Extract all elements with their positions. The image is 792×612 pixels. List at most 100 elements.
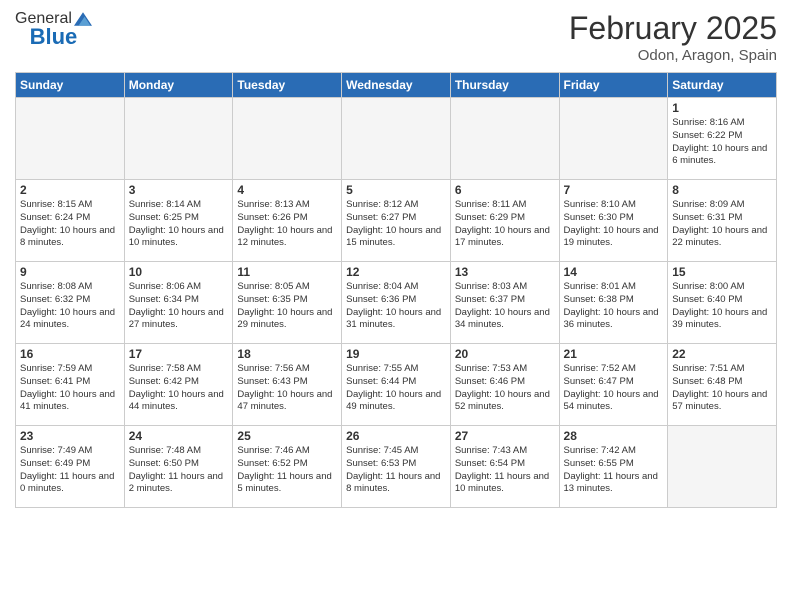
- calendar-cell: [668, 426, 777, 508]
- calendar-cell: 11 Sunrise: 8:05 AM Sunset: 6:35 PM Dayli…: [233, 262, 342, 344]
- calendar-cell: 6 Sunrise: 8:11 AM Sunset: 6:29 PM Daylig…: [450, 180, 559, 262]
- calendar-cell: 20 Sunrise: 7:53 AM Sunset: 6:46 PM Dayli…: [450, 344, 559, 426]
- calendar-cell: 9 Sunrise: 8:08 AM Sunset: 6:32 PM Daylig…: [16, 262, 125, 344]
- day-number: 17: [129, 347, 229, 361]
- day-number: 28: [564, 429, 664, 443]
- day-number: 24: [129, 429, 229, 443]
- day-info: Sunrise: 8:08 AM Sunset: 6:32 PM Dayligh…: [20, 281, 120, 332]
- day-number: 21: [564, 347, 664, 361]
- day-number: 1: [672, 101, 772, 115]
- week-row-1: 1 Sunrise: 8:16 AM Sunset: 6:22 PM Daylig…: [16, 98, 777, 180]
- day-info: Sunrise: 7:42 AM Sunset: 6:55 PM Dayligh…: [564, 445, 664, 496]
- calendar-cell: 28 Sunrise: 7:42 AM Sunset: 6:55 PM Dayli…: [559, 426, 668, 508]
- weekday-sunday: Sunday: [16, 73, 125, 98]
- calendar-cell: [16, 98, 125, 180]
- calendar-cell: 26Sunrise: 7:45 AM Sunset: 6:53 PM Dayli…: [342, 426, 451, 508]
- day-number: 19: [346, 347, 446, 361]
- calendar-cell: [342, 98, 451, 180]
- day-number: 16: [20, 347, 120, 361]
- day-info: Sunrise: 8:01 AM Sunset: 6:38 PM Dayligh…: [564, 281, 664, 332]
- weekday-tuesday: Tuesday: [233, 73, 342, 98]
- day-number: 11: [237, 265, 337, 279]
- calendar-cell: 10 Sunrise: 8:06 AM Sunset: 6:34 PM Dayli…: [124, 262, 233, 344]
- calendar-cell: 21 Sunrise: 7:52 AM Sunset: 6:47 PM Dayli…: [559, 344, 668, 426]
- calendar-cell: 19 Sunrise: 7:55 AM Sunset: 6:44 PM Dayli…: [342, 344, 451, 426]
- calendar-cell: [450, 98, 559, 180]
- day-info: Sunrise: 8:05 AM Sunset: 6:35 PM Dayligh…: [237, 281, 337, 332]
- day-info: Sunrise: 7:52 AM Sunset: 6:47 PM Dayligh…: [564, 363, 664, 414]
- day-number: 9: [20, 265, 120, 279]
- page: General Blue February 2025 Odon, Aragon,…: [0, 0, 792, 612]
- day-number: 25: [237, 429, 337, 443]
- calendar-cell: 1 Sunrise: 8:16 AM Sunset: 6:22 PM Daylig…: [668, 98, 777, 180]
- calendar-cell: 13 Sunrise: 8:03 AM Sunset: 6:37 PM Dayli…: [450, 262, 559, 344]
- day-info: Sunrise: 7:59 AM Sunset: 6:41 PM Dayligh…: [20, 363, 120, 414]
- calendar-subtitle: Odon, Aragon, Spain: [569, 47, 777, 64]
- calendar-table: SundayMondayTuesdayWednesdayThursdayFrid…: [15, 72, 777, 508]
- day-number: 26: [346, 429, 446, 443]
- day-number: 12: [346, 265, 446, 279]
- day-number: 13: [455, 265, 555, 279]
- weekday-monday: Monday: [124, 73, 233, 98]
- day-number: 8: [672, 183, 772, 197]
- day-number: 27: [455, 429, 555, 443]
- calendar-cell: 4 Sunrise: 8:13 AM Sunset: 6:26 PM Daylig…: [233, 180, 342, 262]
- day-number: 15: [672, 265, 772, 279]
- day-number: 2: [20, 183, 120, 197]
- calendar-cell: 16 Sunrise: 7:59 AM Sunset: 6:41 PM Dayli…: [16, 344, 125, 426]
- day-info: Sunrise: 8:06 AM Sunset: 6:34 PM Dayligh…: [129, 281, 229, 332]
- weekday-wednesday: Wednesday: [342, 73, 451, 98]
- weekday-friday: Friday: [559, 73, 668, 98]
- day-info: Sunrise: 8:00 AM Sunset: 6:40 PM Dayligh…: [672, 281, 772, 332]
- day-info: Sunrise: 7:49 AM Sunset: 6:49 PM Dayligh…: [20, 445, 120, 496]
- day-info: Sunrise: 8:09 AM Sunset: 6:31 PM Dayligh…: [672, 199, 772, 250]
- day-number: 10: [129, 265, 229, 279]
- day-number: 23: [20, 429, 120, 443]
- calendar-cell: 12 Sunrise: 8:04 AM Sunset: 6:36 PM Dayli…: [342, 262, 451, 344]
- calendar-cell: 27 Sunrise: 7:43 AM Sunset: 6:54 PM Dayli…: [450, 426, 559, 508]
- day-number: 20: [455, 347, 555, 361]
- day-info: Sunrise: 8:15 AM Sunset: 6:24 PM Dayligh…: [20, 199, 120, 250]
- calendar-cell: 7 Sunrise: 8:10 AM Sunset: 6:30 PM Daylig…: [559, 180, 668, 262]
- day-info: Sunrise: 7:51 AM Sunset: 6:48 PM Dayligh…: [672, 363, 772, 414]
- week-row-5: 23 Sunrise: 7:49 AM Sunset: 6:49 PM Dayli…: [16, 426, 777, 508]
- calendar-cell: 22 Sunrise: 7:51 AM Sunset: 6:48 PM Dayli…: [668, 344, 777, 426]
- weekday-header-row: SundayMondayTuesdayWednesdayThursdayFrid…: [16, 73, 777, 98]
- calendar-cell: [233, 98, 342, 180]
- calendar-cell: 14 Sunrise: 8:01 AM Sunset: 6:38 PM Dayli…: [559, 262, 668, 344]
- week-row-2: 2 Sunrise: 8:15 AM Sunset: 6:24 PM Daylig…: [16, 180, 777, 262]
- day-info: Sunrise: 7:53 AM Sunset: 6:46 PM Dayligh…: [455, 363, 555, 414]
- day-number: 4: [237, 183, 337, 197]
- calendar-cell: 18Sunrise: 7:56 AM Sunset: 6:43 PM Dayli…: [233, 344, 342, 426]
- day-info: Sunrise: 7:43 AM Sunset: 6:54 PM Dayligh…: [455, 445, 555, 496]
- weekday-thursday: Thursday: [450, 73, 559, 98]
- day-info: Sunrise: 7:55 AM Sunset: 6:44 PM Dayligh…: [346, 363, 446, 414]
- title-block: February 2025 Odon, Aragon, Spain: [569, 10, 777, 64]
- day-number: 14: [564, 265, 664, 279]
- day-number: 18: [237, 347, 337, 361]
- header: General Blue February 2025 Odon, Aragon,…: [15, 10, 777, 64]
- day-number: 22: [672, 347, 772, 361]
- week-row-3: 9 Sunrise: 8:08 AM Sunset: 6:32 PM Daylig…: [16, 262, 777, 344]
- day-info: Sunrise: 8:10 AM Sunset: 6:30 PM Dayligh…: [564, 199, 664, 250]
- day-number: 5: [346, 183, 446, 197]
- day-info: Sunrise: 7:58 AM Sunset: 6:42 PM Dayligh…: [129, 363, 229, 414]
- day-info: Sunrise: 8:13 AM Sunset: 6:26 PM Dayligh…: [237, 199, 337, 250]
- calendar-cell: [559, 98, 668, 180]
- weekday-saturday: Saturday: [668, 73, 777, 98]
- day-info: Sunrise: 8:12 AM Sunset: 6:27 PM Dayligh…: [346, 199, 446, 250]
- logo: General Blue: [15, 10, 92, 50]
- calendar-cell: 3Sunrise: 8:14 AM Sunset: 6:25 PM Daylig…: [124, 180, 233, 262]
- day-info: Sunrise: 8:04 AM Sunset: 6:36 PM Dayligh…: [346, 281, 446, 332]
- day-number: 6: [455, 183, 555, 197]
- day-info: Sunrise: 8:03 AM Sunset: 6:37 PM Dayligh…: [455, 281, 555, 332]
- calendar-cell: [124, 98, 233, 180]
- day-number: 7: [564, 183, 664, 197]
- calendar-cell: 5 Sunrise: 8:12 AM Sunset: 6:27 PM Daylig…: [342, 180, 451, 262]
- calendar-cell: 8 Sunrise: 8:09 AM Sunset: 6:31 PM Daylig…: [668, 180, 777, 262]
- day-info: Sunrise: 8:14 AM Sunset: 6:25 PM Dayligh…: [129, 199, 229, 250]
- day-info: Sunrise: 8:16 AM Sunset: 6:22 PM Dayligh…: [672, 117, 772, 168]
- calendar-cell: 17 Sunrise: 7:58 AM Sunset: 6:42 PM Dayli…: [124, 344, 233, 426]
- calendar-cell: 25Sunrise: 7:46 AM Sunset: 6:52 PM Dayli…: [233, 426, 342, 508]
- day-info: Sunrise: 8:11 AM Sunset: 6:29 PM Dayligh…: [455, 199, 555, 250]
